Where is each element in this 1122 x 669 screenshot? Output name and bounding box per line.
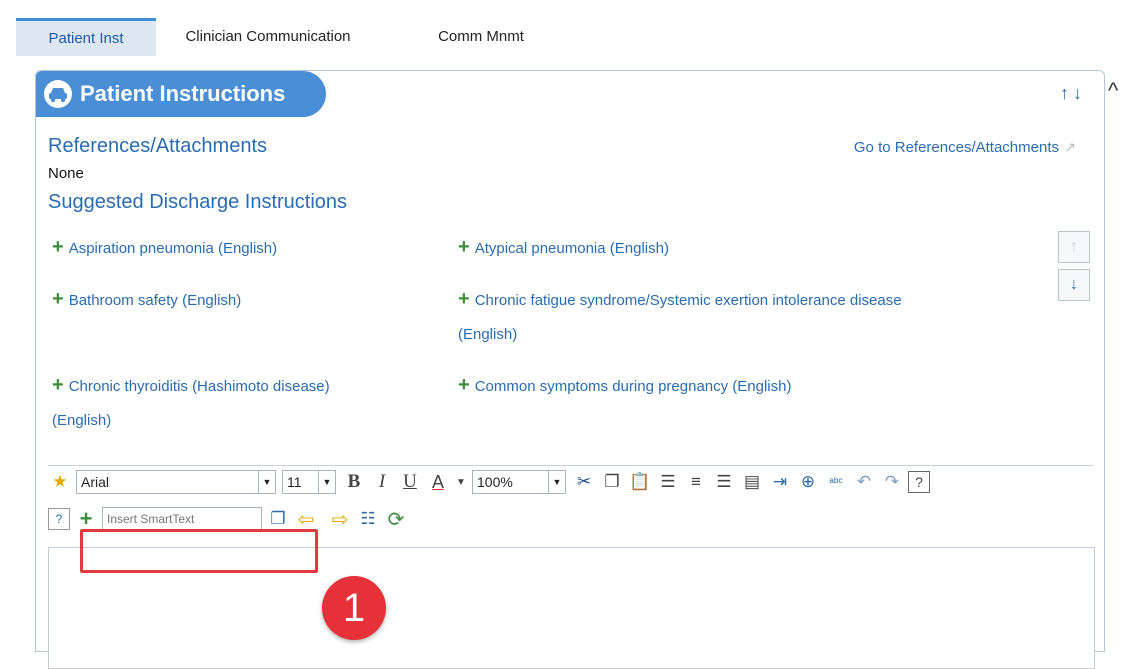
tab-patient-inst[interactable]: Patient Inst	[16, 18, 156, 56]
references-value: None	[48, 165, 84, 182]
scroll-down-button[interactable]: ↓	[1058, 269, 1090, 301]
copy-icon[interactable]: ❐	[600, 470, 624, 494]
tab-bar: Patient Inst Clinician Communication Com…	[16, 18, 1116, 56]
help-icon[interactable]: ?	[908, 471, 930, 493]
add-icon: +	[52, 374, 64, 396]
smarttext-input[interactable]	[102, 507, 262, 531]
add-icon: +	[52, 288, 64, 310]
tab-comm-mnmt[interactable]: Comm Mnmt	[401, 18, 561, 56]
car-icon	[44, 80, 72, 108]
refresh-icon[interactable]: ⟳	[384, 507, 408, 531]
discharge-item[interactable]: + Bathroom safety (English)	[52, 281, 241, 319]
chevron-down-icon[interactable]: ▼	[454, 470, 468, 494]
arrow-left-icon[interactable]: ⇦	[294, 507, 318, 531]
scroll-up-button[interactable]: ↑	[1058, 231, 1090, 263]
smarttext-list-icon[interactable]: ❐	[266, 507, 290, 531]
discharge-item-continued[interactable]: (English)	[458, 317, 517, 353]
collapse-caret-icon[interactable]: ^	[1108, 78, 1118, 104]
panel-title: Patient Instructions	[80, 81, 286, 106]
discharge-item-continued[interactable]: (English)	[52, 403, 111, 439]
references-heading: References/Attachments	[48, 135, 267, 157]
add-icon[interactable]: +	[74, 506, 98, 531]
bold-button[interactable]: B	[342, 470, 366, 494]
smarttext-help-icon[interactable]: ?	[48, 508, 70, 530]
align-right-icon[interactable]: ☰	[712, 470, 736, 494]
discharge-item[interactable]: + Common symptoms during pregnancy (Engli…	[458, 367, 791, 405]
add-icon: +	[458, 236, 470, 258]
redo-icon[interactable]: ↷	[880, 470, 904, 494]
star-icon[interactable]: ★	[48, 470, 72, 494]
editor-toolbar: ★ Arial ▼ 11 ▼ B I U A ▼ 100% ▼ ✂ ❐ 📋 ☰ …	[48, 465, 1093, 498]
align-left-icon[interactable]: ☰	[656, 470, 680, 494]
sort-arrows-icon[interactable]: ↑↓	[1060, 83, 1086, 104]
panel-header: Patient Instructions	[36, 71, 326, 117]
font-size-select[interactable]: 11 ▼	[282, 470, 336, 494]
add-icon: +	[52, 236, 64, 258]
align-center-icon[interactable]: ≡	[684, 470, 708, 494]
discharge-item[interactable]: + Atypical pneumonia (English)	[458, 229, 669, 267]
smarttext-highlight-box	[80, 529, 318, 573]
discharge-heading: Suggested Discharge Instructions	[48, 191, 348, 213]
chevron-down-icon: ▼	[318, 471, 335, 493]
undo-icon[interactable]: ↶	[852, 470, 876, 494]
spellcheck-icon[interactable]: ᵃᵇᶜ	[824, 470, 848, 494]
font-family-select[interactable]: Arial ▼	[76, 470, 276, 494]
zoom-select[interactable]: 100% ▼	[472, 470, 566, 494]
paste-icon[interactable]: 📋	[628, 470, 652, 494]
cut-icon[interactable]: ✂	[572, 470, 596, 494]
external-link-icon[interactable]: ↗	[1064, 139, 1076, 156]
chevron-down-icon: ▼	[258, 471, 275, 493]
discharge-item[interactable]: + Chronic thyroiditis (Hashimoto disease)	[52, 367, 330, 405]
add-icon: +	[458, 374, 470, 396]
zoom-in-icon[interactable]: ⊕	[796, 470, 820, 494]
underline-button[interactable]: U	[398, 470, 422, 494]
discharge-item[interactable]: + Aspiration pneumonia (English)	[52, 229, 277, 267]
add-icon: +	[458, 288, 470, 310]
font-color-button[interactable]: A	[426, 470, 450, 494]
italic-button[interactable]: I	[370, 470, 394, 494]
callout-badge: 1	[322, 576, 386, 640]
justify-icon[interactable]: ▤	[740, 470, 764, 494]
arrow-right-icon[interactable]: ⇨	[328, 507, 352, 531]
goto-references-link[interactable]: Go to References/Attachments	[854, 139, 1059, 156]
insert-list-icon[interactable]: ☷	[356, 507, 380, 531]
discharge-item[interactable]: + Chronic fatigue syndrome/Systemic exert…	[458, 281, 902, 319]
chevron-down-icon: ▼	[548, 471, 565, 493]
tab-clinician-communication[interactable]: Clinician Communication	[158, 18, 378, 56]
indent-icon[interactable]: ⇥	[768, 470, 792, 494]
